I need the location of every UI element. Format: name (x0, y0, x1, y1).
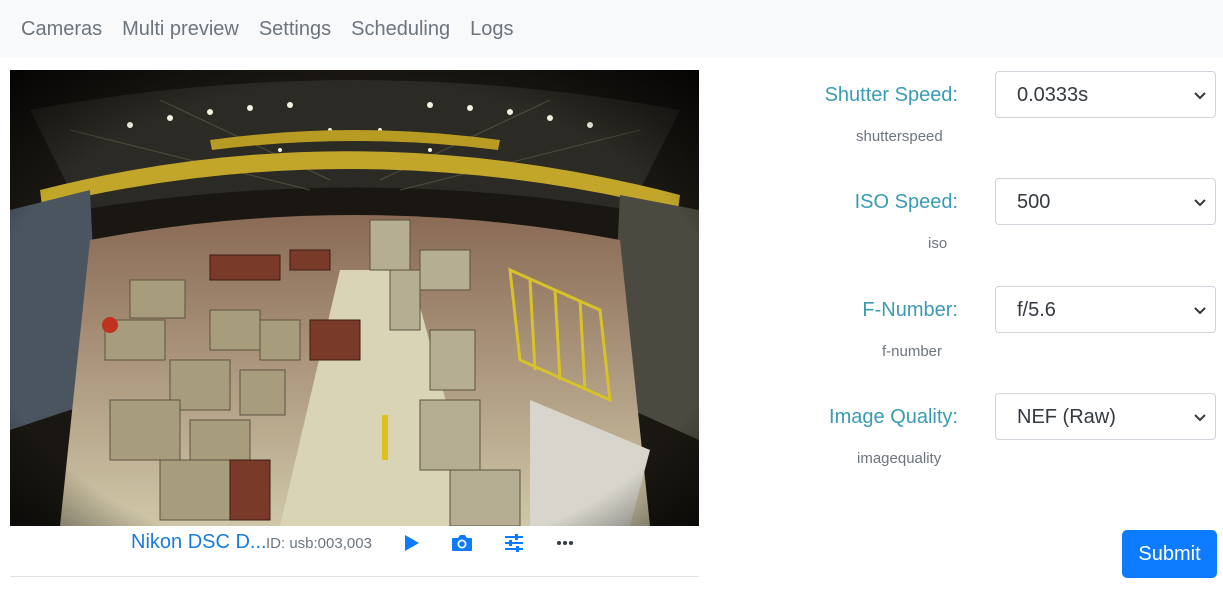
shutter-speed-label: Shutter Speed: (824, 84, 958, 106)
play-icon[interactable] (397, 530, 425, 556)
submit-button[interactable]: Submit (1122, 530, 1217, 578)
image-quality-label: Image Quality: (829, 406, 958, 428)
image-quality-value: NEF (Raw) (1017, 406, 1116, 428)
camera-name-link[interactable]: Nikon DSC D... (131, 531, 267, 554)
nav-logs[interactable]: Logs (460, 17, 523, 41)
iso-key: iso (928, 235, 948, 252)
chevron-down-icon (1194, 307, 1206, 315)
chevron-down-icon (1194, 92, 1206, 100)
nav-cameras[interactable]: Cameras (11, 17, 112, 41)
nav-multi-preview[interactable]: Multi preview (112, 17, 249, 41)
camera-info-bar: Nikon DSC D... ID: usb:003,003 (10, 528, 699, 558)
shutter-speed-value: 0.0333s (1017, 84, 1089, 106)
iso-speed-value: 500 (1017, 191, 1051, 213)
nav-settings[interactable]: Settings (249, 17, 341, 41)
shutter-speed-key: shutterspeed (856, 128, 943, 145)
top-navbar: Cameras Multi preview Settings Schedulin… (0, 0, 1223, 58)
image-quality-key: imagequality (857, 450, 942, 467)
camera-icon[interactable] (448, 530, 476, 556)
camera-id: ID: usb:003,003 (266, 535, 372, 552)
image-quality-select[interactable]: NEF (Raw) (995, 393, 1216, 440)
f-number-select[interactable]: f/5.6 (995, 286, 1216, 333)
iso-speed-select[interactable]: 500 (995, 178, 1216, 225)
divider (10, 576, 699, 577)
more-icon[interactable] (551, 530, 579, 556)
shutter-speed-select[interactable]: 0.0333s (995, 71, 1216, 118)
sliders-icon[interactable] (500, 530, 528, 556)
camera-preview-image (10, 70, 699, 526)
nav-scheduling[interactable]: Scheduling (341, 17, 460, 41)
chevron-down-icon (1194, 414, 1206, 422)
f-number-value: f/5.6 (1017, 299, 1056, 321)
chevron-down-icon (1194, 199, 1206, 207)
f-number-key: f-number (882, 343, 943, 360)
f-number-label: F-Number: (862, 299, 958, 321)
iso-speed-label: ISO Speed: (854, 191, 958, 213)
